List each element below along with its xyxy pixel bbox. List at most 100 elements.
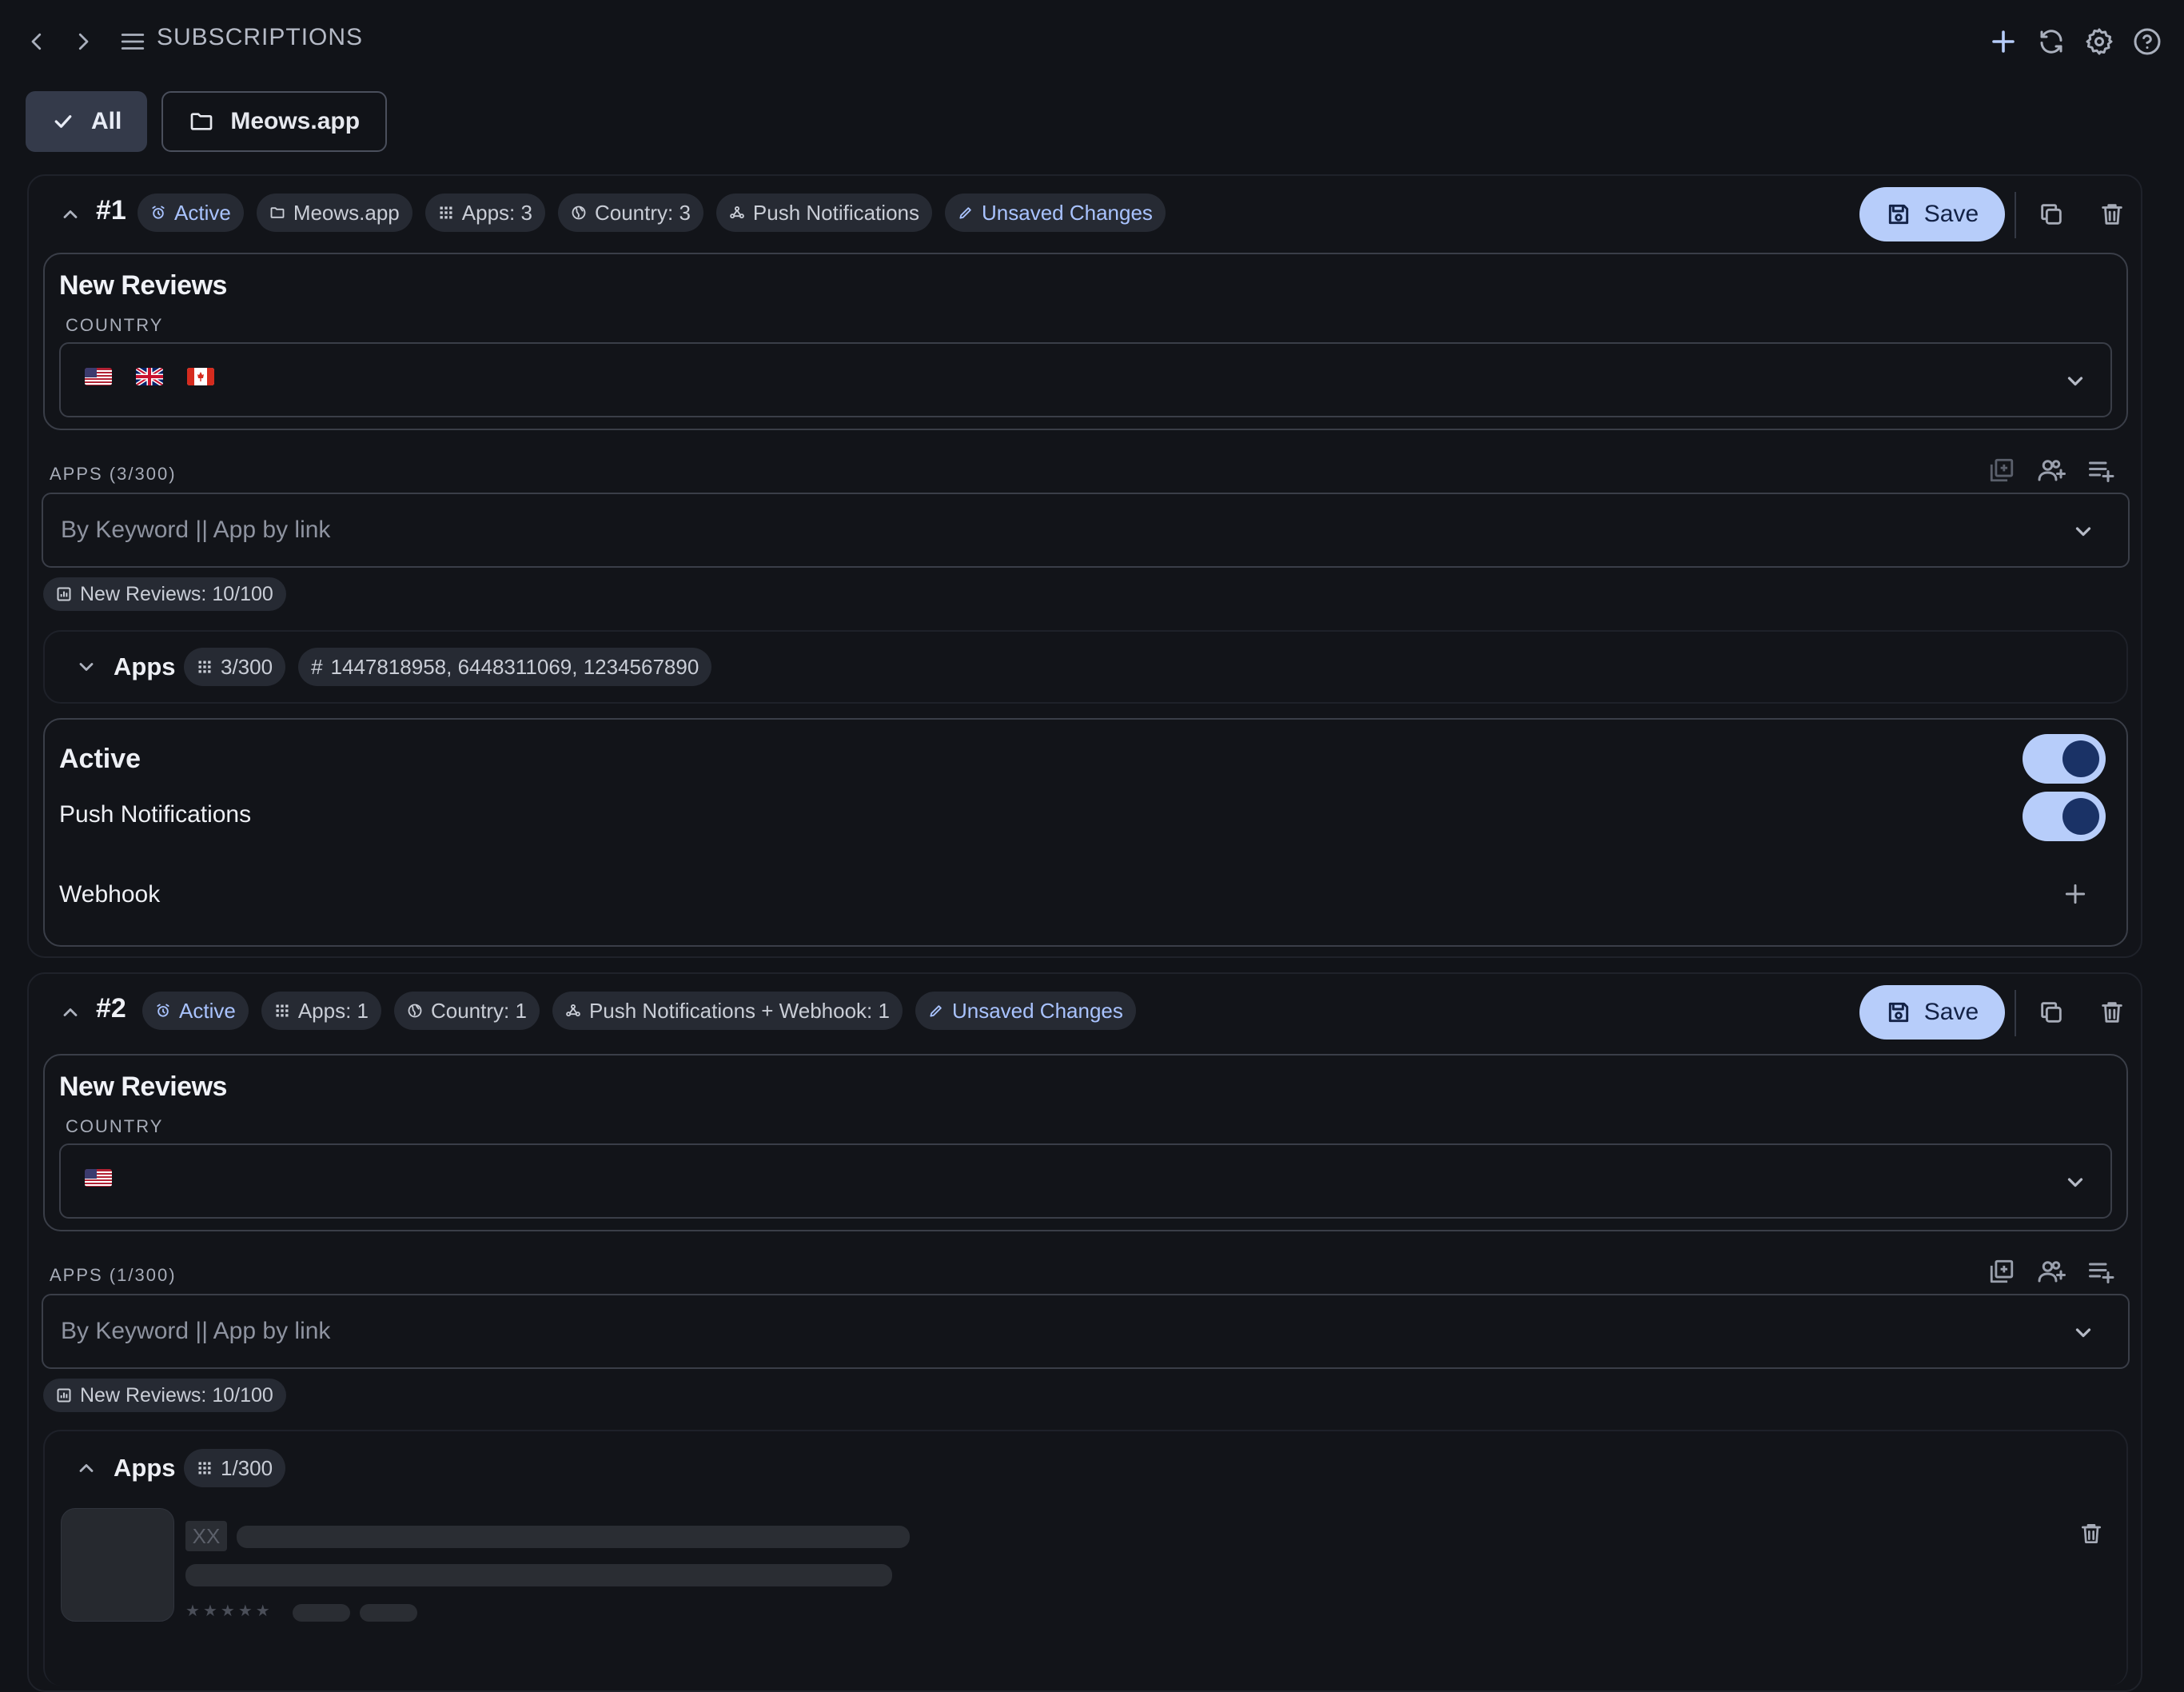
settings-button[interactable] bbox=[2075, 18, 2123, 66]
quota-badge: New Reviews: 10/100 bbox=[43, 577, 286, 611]
chevron-left-icon bbox=[31, 33, 42, 50]
help-button[interactable] bbox=[2123, 18, 2171, 66]
notification-settings: Active Push Notifications Webhook bbox=[43, 718, 2128, 947]
flag-ca-icon bbox=[187, 368, 214, 385]
save-button[interactable]: Save bbox=[1859, 187, 2005, 241]
subscription-card-1: #1 Active Meows.app Apps: 3 Country: 3 P… bbox=[27, 174, 2142, 958]
pencil-icon bbox=[959, 207, 971, 219]
apps-list-section: Apps 1/300 XX ★ ★ ★ ★ ★ bbox=[43, 1430, 2128, 1686]
forward-button[interactable] bbox=[59, 18, 107, 66]
flag-gb-icon bbox=[136, 368, 163, 385]
chevron-up-icon bbox=[63, 1008, 78, 1016]
duplicate-button[interactable] bbox=[2032, 195, 2070, 233]
help-icon bbox=[2134, 28, 2161, 55]
quota-badge-label: New Reviews: 10/100 bbox=[80, 582, 273, 605]
app-search-field[interactable] bbox=[42, 1294, 2130, 1369]
check-icon bbox=[54, 115, 72, 128]
app-badge-placeholder: XX bbox=[185, 1521, 227, 1551]
folder-badge-label: Meows.app bbox=[293, 200, 400, 225]
country-count-label: Country: 1 bbox=[430, 998, 527, 1023]
country-count-badge: Country: 3 bbox=[557, 194, 703, 232]
filter-meows-label: Meows.app bbox=[230, 108, 361, 134]
app-search-input[interactable] bbox=[43, 494, 2042, 566]
grid-icon bbox=[198, 660, 211, 673]
remove-app-button[interactable] bbox=[2072, 1514, 2110, 1553]
star-icon: ★ bbox=[255, 1602, 270, 1620]
push-notifications-label: Push Notifications bbox=[59, 801, 252, 828]
delete-button[interactable] bbox=[2093, 195, 2131, 233]
apps-count-badge: 3/300 bbox=[184, 648, 286, 686]
apps-list-header[interactable]: Apps 3/300 # 1447818958, 6448311069, 123… bbox=[45, 632, 2126, 702]
app-meta-placeholder bbox=[293, 1604, 350, 1622]
apps-list-header[interactable]: Apps 1/300 bbox=[45, 1431, 2126, 1502]
chart-icon bbox=[57, 587, 71, 601]
collapse-button[interactable] bbox=[53, 995, 88, 1030]
copy-icon bbox=[2041, 1002, 2062, 1023]
webhook-label: Webhook bbox=[59, 881, 161, 908]
duplicate-button[interactable] bbox=[2032, 993, 2070, 1032]
refresh-button[interactable] bbox=[2027, 18, 2075, 66]
star-icon: ★ bbox=[202, 1602, 217, 1620]
status-badge-label: Active bbox=[179, 998, 236, 1023]
add-list-button[interactable] bbox=[2085, 454, 2117, 486]
grid-icon bbox=[440, 206, 452, 219]
filter-meows-button[interactable]: Meows.app bbox=[161, 91, 388, 152]
divider bbox=[2015, 192, 2016, 238]
add-subscription-button[interactable] bbox=[1979, 18, 2027, 66]
globe-icon bbox=[572, 206, 586, 220]
apps-label: APPS (1/300) bbox=[50, 1265, 177, 1285]
apps-count-label: Apps: 1 bbox=[297, 998, 369, 1023]
menu-button[interactable] bbox=[109, 18, 157, 66]
app-subtitle-placeholder bbox=[185, 1564, 892, 1586]
country-label: COUNTRY bbox=[66, 315, 164, 335]
delete-button[interactable] bbox=[2093, 993, 2131, 1032]
back-button[interactable] bbox=[13, 18, 61, 66]
card-header: #2 Active Apps: 1 Country: 1 Push Notifi… bbox=[29, 974, 2141, 1051]
country-select[interactable] bbox=[59, 342, 2112, 417]
add-bulk-button[interactable] bbox=[1986, 454, 2018, 486]
notify-badge-label: Push Notifications + Webhook: 1 bbox=[588, 998, 890, 1023]
save-button[interactable]: Save bbox=[1859, 985, 2005, 1040]
filter-title: New Reviews bbox=[59, 1071, 227, 1102]
country-select[interactable] bbox=[59, 1143, 2112, 1219]
subscription-number: #2 bbox=[96, 993, 126, 1024]
collapse-button[interactable] bbox=[53, 197, 88, 232]
add-list-button[interactable] bbox=[2085, 1255, 2117, 1287]
card-header: #1 Active Meows.app Apps: 3 Country: 3 P… bbox=[29, 176, 2141, 253]
add-developer-button[interactable] bbox=[2035, 454, 2067, 486]
gear-icon bbox=[2086, 28, 2113, 55]
unsaved-badge: Unsaved Changes bbox=[945, 194, 1166, 232]
add-bulk-button[interactable] bbox=[1986, 1255, 2018, 1287]
filter-all-button[interactable]: All bbox=[26, 91, 148, 152]
top-bar: SUBSCRIPTIONS bbox=[0, 0, 2184, 80]
apps-count-label: 3/300 bbox=[221, 654, 273, 679]
user-add-icon bbox=[2038, 460, 2066, 481]
chevron-down-icon[interactable] bbox=[2069, 1318, 2098, 1347]
folder-icon bbox=[270, 207, 285, 218]
push-notifications-toggle[interactable] bbox=[2023, 792, 2106, 841]
apps-toolbar bbox=[1986, 1255, 2117, 1287]
copy-icon bbox=[2041, 204, 2062, 225]
flag-us-icon bbox=[85, 1169, 112, 1187]
apps-list-section: Apps 3/300 # 1447818958, 6448311069, 123… bbox=[43, 630, 2128, 704]
add-webhook-button[interactable] bbox=[2056, 875, 2094, 913]
floppy-disk-icon bbox=[1888, 1002, 1908, 1023]
app-search-field[interactable] bbox=[42, 493, 2130, 568]
plus-icon bbox=[2065, 884, 2086, 904]
collapse-apps-button[interactable] bbox=[69, 1451, 104, 1486]
app-title-placeholder bbox=[237, 1526, 910, 1548]
filter-box: New Reviews COUNTRY bbox=[43, 253, 2128, 430]
pencil-icon bbox=[930, 1005, 942, 1017]
playlist-add-icon bbox=[2089, 461, 2114, 482]
folder-filter-bar: All Meows.app bbox=[26, 91, 388, 152]
add-developer-button[interactable] bbox=[2035, 1255, 2067, 1287]
app-list-item-placeholder: XX ★ ★ ★ ★ ★ bbox=[45, 1508, 2130, 1628]
user-add-icon bbox=[2038, 1261, 2066, 1283]
chevron-down-icon[interactable] bbox=[2069, 517, 2098, 545]
quota-badge-label: New Reviews: 10/100 bbox=[80, 1383, 273, 1407]
app-search-input[interactable] bbox=[43, 1295, 2042, 1367]
active-toggle[interactable] bbox=[2023, 734, 2106, 784]
floppy-disk-icon bbox=[1888, 204, 1908, 225]
filter-box: New Reviews COUNTRY bbox=[43, 1054, 2128, 1231]
expand-button[interactable] bbox=[69, 649, 104, 684]
